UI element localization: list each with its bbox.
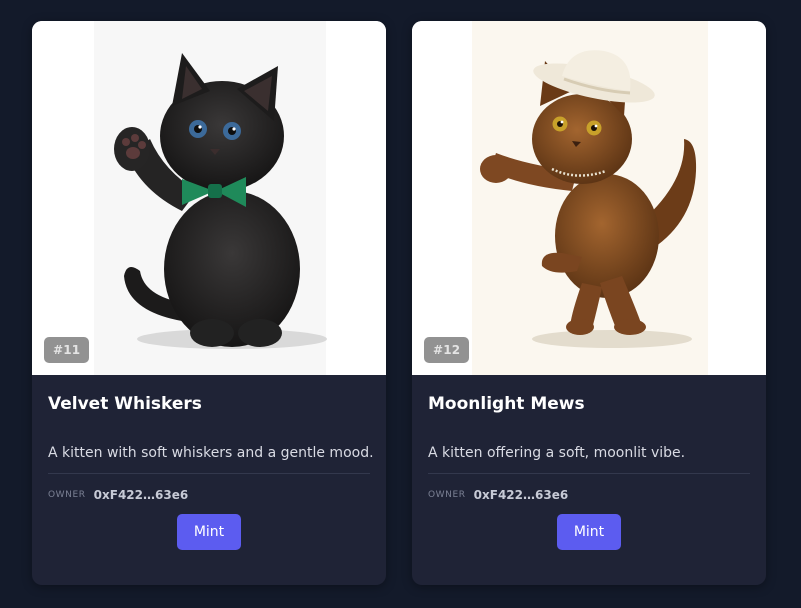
owner-row: OWNER 0xF422…63e6 <box>48 487 370 503</box>
owner-row: OWNER 0xF422…63e6 <box>428 487 750 503</box>
nft-card: #11 Velvet Whiskers A kitten with soft w… <box>32 21 386 585</box>
owner-label: OWNER <box>428 490 466 500</box>
owner-label: OWNER <box>48 490 86 500</box>
nft-image: #12 <box>412 21 766 375</box>
black-kitten-illustration <box>32 21 386 375</box>
divider <box>48 473 370 474</box>
brown-kitten-illustration <box>412 21 766 375</box>
nft-card: #12 Moonlight Mews A kitten offering a s… <box>412 21 766 585</box>
owner-address: 0xF422…63e6 <box>93 488 189 502</box>
token-id-badge: #12 <box>424 337 470 363</box>
token-id-badge: #11 <box>44 337 90 363</box>
card-description: A kitten with soft whiskers and a gentle… <box>48 445 374 461</box>
nft-grid: #11 Velvet Whiskers A kitten with soft w… <box>0 0 801 608</box>
card-title: Velvet Whiskers <box>48 394 202 414</box>
card-description: A kitten offering a soft, moonlit vibe. <box>428 445 686 461</box>
mint-button[interactable]: Mint <box>177 514 241 550</box>
card-title: Moonlight Mews <box>428 394 585 414</box>
nft-image: #11 <box>32 21 386 375</box>
divider <box>428 473 750 474</box>
mint-button[interactable]: Mint <box>557 514 621 550</box>
owner-address: 0xF422…63e6 <box>473 488 569 502</box>
